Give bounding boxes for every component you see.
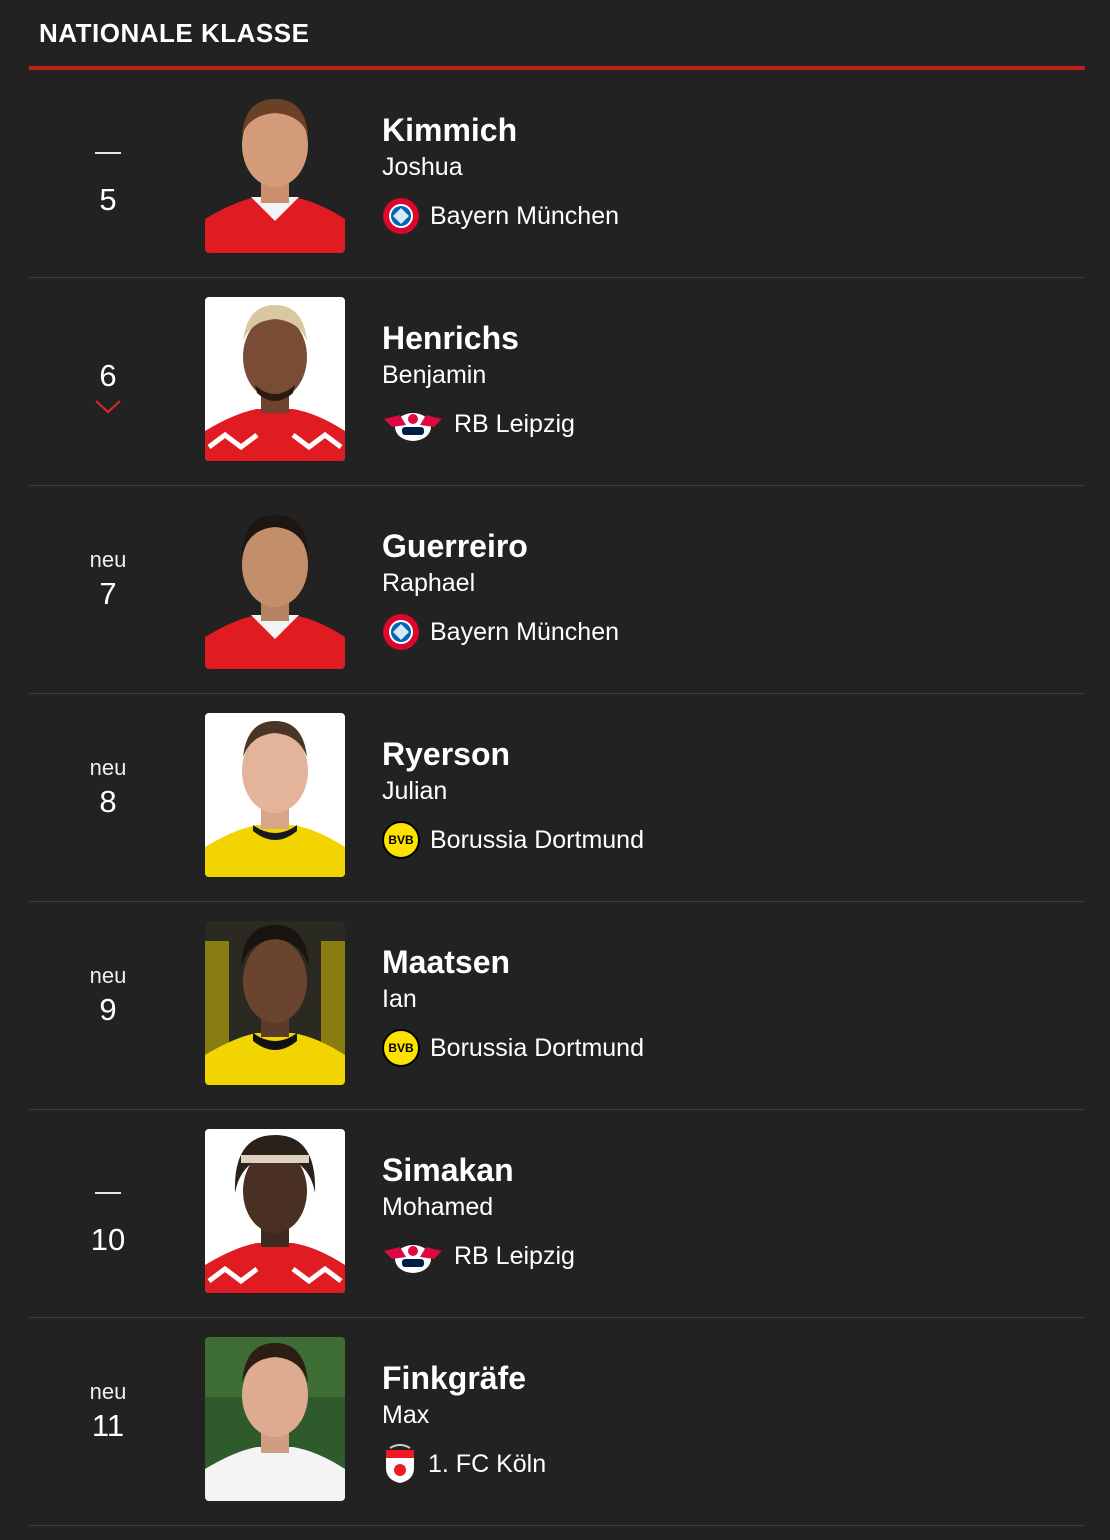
player-row[interactable]: neu 11 Finkgräfe Max 1. FC Köln <box>29 1318 1085 1526</box>
bayern-logo-icon <box>383 198 419 234</box>
player-info: Finkgräfe Max 1. FC Köln <box>382 1358 546 1484</box>
trend-unchanged-icon <box>69 152 147 180</box>
player-firstname: Julian <box>382 777 448 805</box>
player-photo <box>205 1129 345 1293</box>
player-surname: Ryerson <box>382 736 511 772</box>
club-name: 1. FC Köln <box>428 1449 547 1478</box>
player-firstname: Raphael <box>382 569 476 597</box>
rank-number: 8 <box>99 784 117 819</box>
player-surname: Maatsen <box>382 944 511 980</box>
club[interactable]: Bayern München <box>382 196 619 236</box>
player-info: Simakan Mohamed RB Leipzig <box>382 1150 575 1276</box>
bvb-logo-icon: BVB <box>382 821 420 859</box>
section-header: NATIONALE KLASSE <box>29 0 1085 70</box>
svg-text:BVB: BVB <box>388 1041 414 1055</box>
club[interactable]: 1. FC Köln <box>382 1444 546 1484</box>
player-info: Guerreiro Raphael Bayern München <box>382 526 619 652</box>
player-row[interactable]: neu 8 Ryerson Julian BVB Borussia Dortmu <box>29 694 1085 902</box>
player-row[interactable]: neu 9 Maatsen Ian BVB Borussia Dortmund <box>29 902 1085 1110</box>
player-row[interactable]: 10 Simakan Mohamed RB Leipzig <box>29 1110 1085 1318</box>
svg-text:BVB: BVB <box>388 833 414 847</box>
trend-label: neu <box>89 963 127 988</box>
club-name: Bayern München <box>430 617 620 646</box>
player-info: Kimmich Joshua Bayern München <box>382 110 619 236</box>
club[interactable]: RB Leipzig <box>382 404 575 444</box>
club-name: RB Leipzig <box>454 409 575 438</box>
player-photo <box>205 297 345 461</box>
trend-label: neu <box>89 547 127 572</box>
ranking-list: 5 Kimmich Joshua Bayern München 6 Henric… <box>29 70 1085 1526</box>
rank-box: neu 7 <box>69 546 147 614</box>
rb-leipzig-logo-icon <box>384 1245 442 1273</box>
club-name: Borussia Dortmund <box>430 825 644 854</box>
trend-label: neu <box>89 1379 127 1404</box>
player-row[interactable]: 5 Kimmich Joshua Bayern München <box>29 70 1085 278</box>
player-info: Ryerson Julian BVB Borussia Dortmund <box>382 734 644 860</box>
trend-unchanged-icon <box>69 1192 147 1220</box>
player-surname: Henrichs <box>382 320 519 356</box>
club[interactable]: Bayern München <box>382 612 619 652</box>
rank-number: 7 <box>99 576 117 611</box>
rank-number: 11 <box>91 1408 125 1443</box>
player-firstname: Ian <box>382 985 417 1013</box>
player-info: Maatsen Ian BVB Borussia Dortmund <box>382 942 644 1068</box>
player-firstname: Mohamed <box>382 1193 494 1221</box>
rb-leipzig-logo-icon <box>384 413 442 441</box>
trend-label: neu <box>89 755 127 780</box>
club-name: RB Leipzig <box>454 1241 575 1270</box>
rank-number: 10 <box>90 1222 126 1257</box>
player-photo <box>205 89 345 253</box>
player-surname: Guerreiro <box>382 528 528 564</box>
player-photo <box>205 505 345 669</box>
player-firstname: Joshua <box>382 153 463 181</box>
rank-box: neu 8 <box>69 754 147 822</box>
player-surname: Simakan <box>382 1152 514 1188</box>
player-row[interactable]: 6 Henrichs Benjamin RB Leipzig <box>29 278 1085 486</box>
rank-box: 6 <box>69 356 147 414</box>
trend-down-icon <box>95 400 121 414</box>
player-firstname: Max <box>382 1401 430 1429</box>
rank-box: 5 <box>69 130 147 220</box>
player-firstname: Benjamin <box>382 361 487 389</box>
rank-number: 5 <box>99 182 117 217</box>
player-surname: Kimmich <box>382 112 518 148</box>
player-photo <box>205 921 345 1085</box>
club-name: Bayern München <box>430 201 620 230</box>
rank-number: 9 <box>99 992 117 1027</box>
rank-box: neu 9 <box>69 962 147 1030</box>
club[interactable]: RB Leipzig <box>382 1236 575 1276</box>
player-photo <box>205 713 345 877</box>
rank-box: 10 <box>69 1170 147 1260</box>
club-name: Borussia Dortmund <box>430 1033 644 1062</box>
club[interactable]: BVB Borussia Dortmund <box>382 1028 644 1068</box>
player-photo <box>205 1337 345 1501</box>
player-row[interactable]: neu 7 Guerreiro Raphael Bayern München <box>29 486 1085 694</box>
bvb-logo-icon: BVB <box>382 1029 420 1067</box>
bayern-logo-icon <box>383 614 419 650</box>
rank-number: 6 <box>99 358 117 393</box>
section-title: NATIONALE KLASSE <box>39 18 310 48</box>
fc-koeln-logo-icon <box>386 1444 414 1483</box>
club[interactable]: BVB Borussia Dortmund <box>382 820 644 860</box>
player-info: Henrichs Benjamin RB Leipzig <box>382 318 575 444</box>
player-surname: Finkgräfe <box>382 1360 527 1396</box>
rank-box: neu 11 <box>69 1378 147 1446</box>
